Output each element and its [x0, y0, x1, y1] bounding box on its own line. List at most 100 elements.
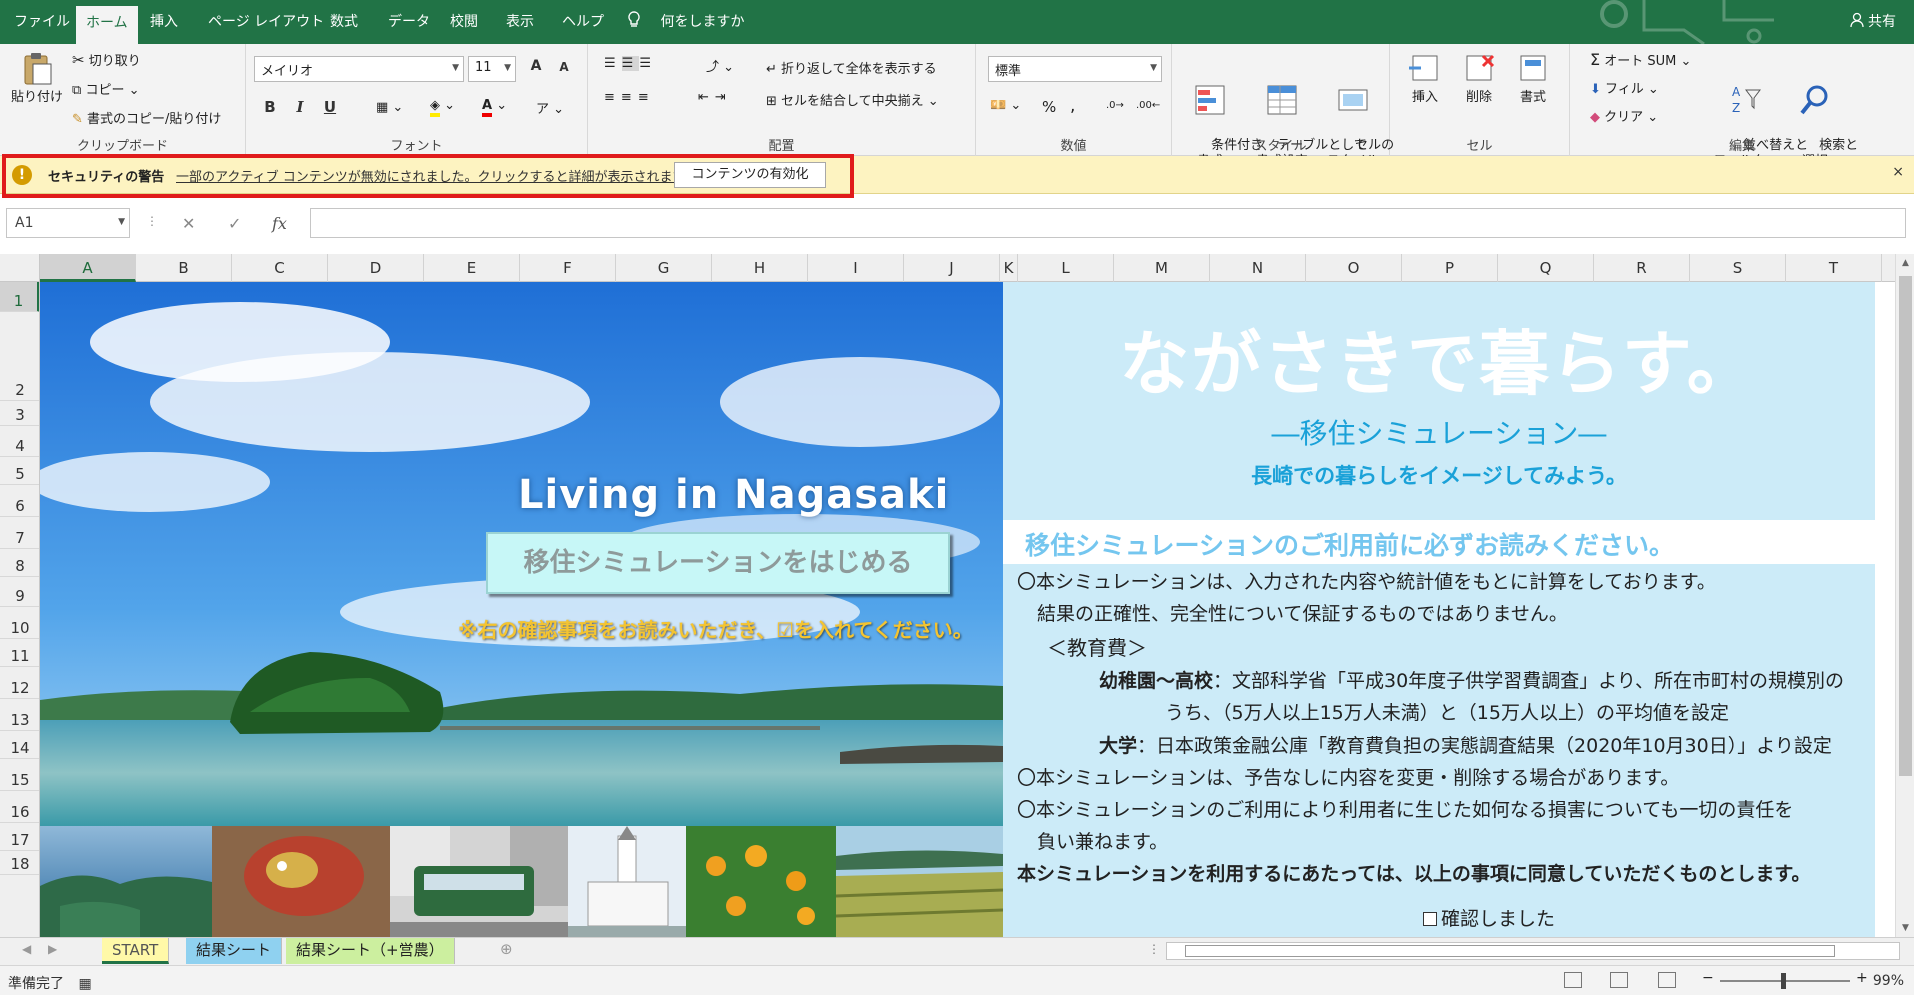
sheet-tab-result-farming[interactable]: 結果シート（+営農） [286, 938, 455, 964]
add-sheet-icon[interactable]: ⊕ [500, 940, 513, 958]
column-header-d[interactable]: D [328, 254, 424, 282]
column-header-f[interactable]: F [520, 254, 616, 282]
column-header-l[interactable]: L [1018, 254, 1114, 282]
row-header-15[interactable]: 15 [0, 759, 39, 791]
column-header-g[interactable]: G [616, 254, 712, 282]
paste-button[interactable]: 貼り付け [8, 50, 66, 106]
column-header-m[interactable]: M [1114, 254, 1210, 282]
row-header-13[interactable]: 13 [0, 699, 39, 731]
name-box[interactable]: A1 ▼ [6, 208, 130, 238]
cancel-icon[interactable]: ✕ [182, 214, 195, 233]
tab-home[interactable]: ホーム [76, 6, 138, 44]
shrink-font-button[interactable]: A [552, 60, 576, 74]
delete-cells-button[interactable]: 削除 [1454, 50, 1504, 106]
column-header-h[interactable]: H [712, 254, 808, 282]
column-header-n[interactable]: N [1210, 254, 1306, 282]
font-name-dropdown[interactable]: メイリオ ▼ [254, 56, 464, 82]
page-layout-view-icon[interactable] [1610, 972, 1628, 988]
wrap-text-button[interactable]: ↵ 折り返して全体を表示する [766, 58, 937, 77]
horizontal-align-buttons[interactable]: ≡≡≡ [604, 90, 655, 105]
column-header-j[interactable]: J [904, 254, 1000, 282]
column-header-t[interactable]: T [1786, 254, 1882, 282]
phonetic-button[interactable]: ア ⌄ [536, 98, 564, 117]
tab-view[interactable]: 表示 [496, 0, 544, 44]
clear-button[interactable]: ◆ クリア ⌄ [1590, 106, 1658, 125]
row-header-10[interactable]: 10 [0, 607, 39, 639]
currency-button[interactable]: 💴 ⌄ [990, 98, 1021, 113]
row-header-5[interactable]: 5 [0, 457, 39, 485]
column-header-r[interactable]: R [1594, 254, 1690, 282]
tab-page-layout[interactable]: ページ レイアウト [198, 0, 334, 44]
row-header-9[interactable]: 9 [0, 577, 39, 607]
tab-review[interactable]: 校閲 [440, 0, 488, 44]
zoom-in-icon[interactable]: + [1856, 970, 1874, 986]
row-header-7[interactable]: 7 [0, 517, 39, 549]
horizontal-scrollbar[interactable] [1166, 942, 1900, 960]
row-header-1[interactable]: 1 [0, 282, 39, 312]
zoom-out-icon[interactable]: − [1702, 970, 1720, 986]
column-header-p[interactable]: P [1402, 254, 1498, 282]
format-painter-button[interactable]: ✎ 書式のコピー/貼り付け [72, 108, 221, 127]
tab-help[interactable]: ヘルプ [552, 0, 614, 44]
copy-button[interactable]: ⧉ コピー ⌄ [72, 79, 139, 98]
border-button[interactable]: ▦ ⌄ [376, 100, 403, 115]
tab-next-icon[interactable]: ▶ [48, 942, 57, 956]
tab-formulas[interactable]: 数式 [320, 0, 368, 44]
autosum-button[interactable]: Σ オート SUM ⌄ [1590, 50, 1691, 69]
row-header-4[interactable]: 4 [0, 426, 39, 457]
tell-me-search[interactable]: 何をしますか [626, 0, 744, 44]
bold-button[interactable]: B [258, 98, 282, 116]
tab-insert[interactable]: 挿入 [140, 0, 188, 44]
checkbox-icon[interactable] [1423, 912, 1437, 926]
vertical-align-buttons[interactable]: ☰☰☰ [604, 56, 657, 71]
row-header-18[interactable]: 18 [0, 851, 39, 875]
tab-data[interactable]: データ [378, 0, 440, 44]
scroll-up-icon[interactable]: ▲ [1896, 258, 1914, 268]
underline-button[interactable]: U [318, 98, 342, 116]
normal-view-icon[interactable] [1564, 972, 1582, 988]
sheet-tab-result[interactable]: 結果シート [186, 938, 283, 964]
horizontal-scroll-thumb[interactable] [1185, 945, 1835, 957]
font-size-dropdown[interactable]: 11 ▼ [468, 56, 516, 82]
italic-button[interactable]: I [288, 98, 312, 116]
row-header-14[interactable]: 14 [0, 731, 39, 759]
row-header-17[interactable]: 17 [0, 823, 39, 851]
vertical-scrollbar[interactable]: ▲ ▼ [1895, 254, 1914, 937]
cut-button[interactable]: ✂ 切り取り [72, 50, 141, 69]
column-header-e[interactable]: E [424, 254, 520, 282]
row-header-12[interactable]: 12 [0, 667, 39, 699]
macro-record-icon[interactable]: ▦ [78, 976, 91, 992]
confirm-checkbox[interactable]: 確認しました [1423, 904, 1555, 931]
fill-button[interactable]: ⬇ フィル ⌄ [1590, 78, 1659, 97]
increase-decimal-button[interactable]: .0→ [1106, 100, 1124, 111]
scroll-down-icon[interactable]: ▼ [1896, 923, 1914, 933]
grow-font-button[interactable]: A [524, 58, 548, 74]
decrease-decimal-button[interactable]: .00← [1136, 100, 1160, 111]
sheet-tab-start[interactable]: START [102, 938, 170, 964]
fill-color-button[interactable]: ◈ ⌄ [430, 98, 455, 117]
column-header-c[interactable]: C [232, 254, 328, 282]
column-header-k[interactable]: K [1000, 254, 1018, 282]
row-header-16[interactable]: 16 [0, 791, 39, 823]
select-all-corner[interactable] [0, 254, 40, 282]
merge-center-button[interactable]: ⊞ セルを結合して中央揃え ⌄ [766, 90, 939, 109]
zoom-level[interactable]: 99% [1873, 973, 1904, 989]
start-simulation-button[interactable]: 移住シミュレーションをはじめる [486, 532, 950, 594]
insert-function-icon[interactable]: fx [272, 214, 287, 233]
row-header-8[interactable]: 8 [0, 549, 39, 577]
worksheet[interactable]: Living in Nagasaki 移住シミュレーションをはじめる ※右の確認… [40, 282, 1895, 937]
column-header-s[interactable]: S [1690, 254, 1786, 282]
indent-buttons[interactable]: ⇤⇥ [698, 90, 732, 105]
number-format-dropdown[interactable]: 標準 ▼ [988, 56, 1162, 82]
insert-cells-button[interactable]: 挿入 [1400, 50, 1450, 106]
column-header-q[interactable]: Q [1498, 254, 1594, 282]
column-header-o[interactable]: O [1306, 254, 1402, 282]
row-header-2[interactable]: 2 [0, 312, 39, 401]
tab-prev-icon[interactable]: ◀ [22, 942, 31, 956]
row-header-6[interactable]: 6 [0, 485, 39, 517]
enter-icon[interactable]: ✓ [228, 214, 241, 233]
close-icon[interactable]: × [1892, 164, 1904, 180]
row-header-3[interactable]: 3 [0, 401, 39, 426]
tab-file[interactable]: ファイル [4, 0, 80, 44]
comma-button[interactable]: , [1070, 96, 1075, 116]
